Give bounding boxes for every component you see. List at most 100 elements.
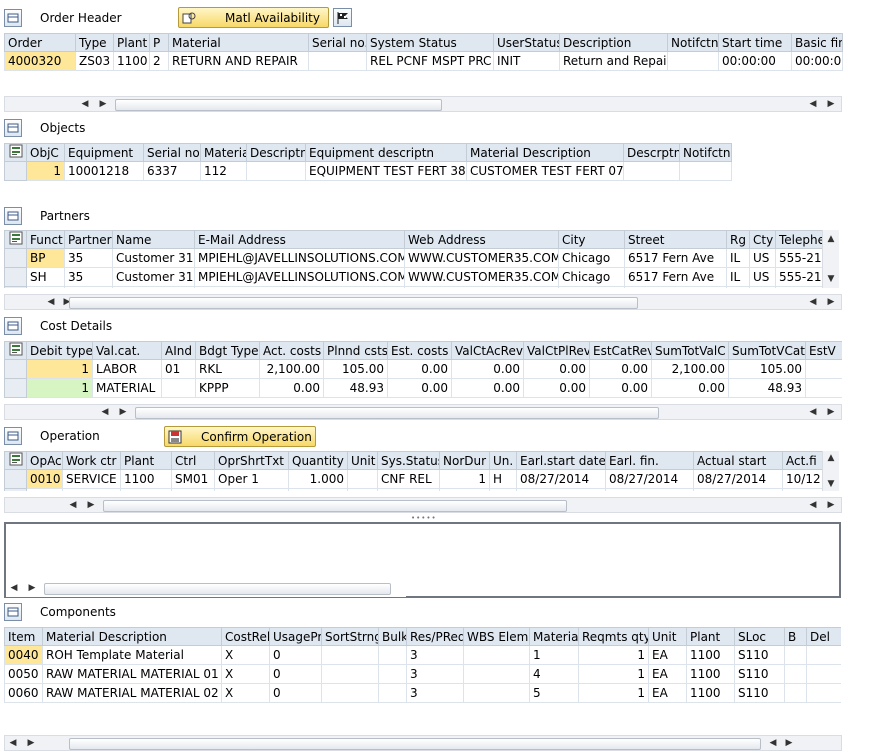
table-cell[interactable] xyxy=(321,664,379,684)
column-header[interactable]: Item xyxy=(4,627,43,646)
column-header[interactable]: P xyxy=(149,33,169,52)
table-cell[interactable]: 0010 xyxy=(26,469,63,489)
table-cell[interactable]: 01 xyxy=(161,359,196,379)
table-cell[interactable] xyxy=(246,161,306,181)
table-cell[interactable]: 0 xyxy=(269,664,322,684)
table-cell[interactable]: 0.00 xyxy=(387,378,452,398)
partners-toggle[interactable] xyxy=(4,205,22,227)
layout-button[interactable] xyxy=(4,230,27,249)
table-cell[interactable] xyxy=(806,645,841,665)
table-cell[interactable]: SH xyxy=(26,267,65,287)
table-cell[interactable] xyxy=(784,664,807,684)
table-cell[interactable]: Chicago xyxy=(558,286,625,288)
column-header[interactable]: Del xyxy=(806,627,841,646)
table-row[interactable]: 0040 ROH Template Material X 0 3 1 1 EA 1100 S110 xyxy=(4,645,841,665)
column-header[interactable]: Plnnd csts xyxy=(323,341,388,360)
table-cell[interactable]: EA xyxy=(648,645,687,665)
table-cell[interactable]: Customer 31 xyxy=(112,286,195,288)
table-row[interactable]: 0060 RAW MATERIAL MATERIAL 02 X 0 3 5 1 EA 1100 S… xyxy=(4,683,841,703)
table-cell[interactable]: Customer 31 xyxy=(112,248,195,268)
column-header[interactable]: B xyxy=(784,627,807,646)
table-cell[interactable]: X xyxy=(221,645,270,665)
table-cell[interactable]: 0040 xyxy=(4,645,43,665)
table-cell[interactable]: 1 xyxy=(578,683,649,703)
operation-hscroll[interactable]: ◀ ▶ ◀ ▶ xyxy=(4,497,842,513)
table-cell[interactable]: 0060 xyxy=(4,683,43,703)
column-header[interactable]: Plant xyxy=(113,33,150,52)
table-cell[interactable]: 0050 xyxy=(4,664,43,684)
operation-toggle[interactable] xyxy=(4,425,22,447)
order-header-hscroll[interactable]: ◀ ▶ ◀ ▶ xyxy=(4,96,842,112)
table-cell[interactable]: WWW.CUSTOMER35.COM xyxy=(404,286,559,288)
column-header[interactable]: Ctrl xyxy=(171,451,215,470)
column-header[interactable]: ValCtAcRev xyxy=(451,341,524,360)
column-header[interactable]: NorDur xyxy=(439,451,490,470)
table-cell[interactable]: SM01 xyxy=(171,488,215,491)
table-cell[interactable]: BP xyxy=(26,248,65,268)
table-cell[interactable]: RKL xyxy=(195,359,260,379)
row-selector[interactable] xyxy=(4,161,27,181)
table-cell[interactable]: 555-21 xyxy=(775,267,822,287)
table-cell[interactable]: 3 xyxy=(406,683,464,703)
column-header[interactable]: Telephe xyxy=(775,230,822,249)
table-cell[interactable]: 0 xyxy=(269,645,322,665)
table-cell[interactable]: 0.00 xyxy=(523,359,590,379)
table-cell[interactable]: 1.000 xyxy=(288,488,348,491)
column-header[interactable]: Material xyxy=(529,627,579,646)
column-header[interactable]: Quantity xyxy=(288,451,348,470)
table-cell[interactable]: 0 xyxy=(269,683,322,703)
empty-pane-hscroll[interactable]: ◀ ▶ xyxy=(6,581,406,597)
table-cell[interactable]: IL xyxy=(726,248,750,268)
table-cell[interactable]: SERVICE xyxy=(62,488,121,491)
table-cell[interactable]: Customer 31 xyxy=(112,267,195,287)
table-cell[interactable] xyxy=(463,645,530,665)
table-cell[interactable]: 1100 xyxy=(686,683,735,703)
column-header[interactable]: Notifctn xyxy=(667,33,719,52)
table-cell[interactable]: 2,100.00 xyxy=(651,359,729,379)
table-cell[interactable]: 0.00 xyxy=(589,378,652,398)
table-row[interactable]: SP35Customer 31MPIEHL@JAVELLINSOLUTIONS.… xyxy=(4,286,822,288)
column-header[interactable]: Notifctn xyxy=(679,143,732,162)
table-cell[interactable]: LABOR xyxy=(92,359,162,379)
table-cell[interactable]: 0020 xyxy=(26,488,63,491)
table-cell[interactable]: 00:00:0 xyxy=(791,51,843,71)
table-cell[interactable]: 5 xyxy=(529,683,579,703)
table-cell[interactable]: 1100 xyxy=(120,488,172,491)
table-cell[interactable]: EA xyxy=(648,683,687,703)
table-cell[interactable]: SP xyxy=(26,286,65,288)
table-cell[interactable] xyxy=(347,469,378,489)
column-header[interactable]: SortStrng xyxy=(321,627,379,646)
flag-button[interactable] xyxy=(333,8,352,27)
column-header[interactable]: Street xyxy=(624,230,727,249)
column-header[interactable]: System Status xyxy=(366,33,494,52)
table-cell[interactable]: 1.000 xyxy=(288,469,348,489)
column-header[interactable]: Work ctr xyxy=(62,451,121,470)
table-cell[interactable]: 1 xyxy=(26,161,65,181)
table-cell[interactable]: MPIEHL@JAVELLINSOLUTIONS.COM xyxy=(194,286,405,288)
table-cell[interactable]: 0.00 xyxy=(387,359,452,379)
table-cell[interactable]: 08/27/2014 xyxy=(605,488,694,491)
table-cell[interactable]: 3 xyxy=(406,664,464,684)
table-cell[interactable]: H xyxy=(489,488,517,491)
table-cell[interactable] xyxy=(623,161,680,181)
table-cell[interactable]: 6517 Fern Ave xyxy=(624,286,727,288)
table-cell[interactable] xyxy=(463,664,530,684)
table-cell[interactable]: 0.00 xyxy=(259,378,324,398)
table-cell[interactable]: S110 xyxy=(734,664,785,684)
column-header[interactable]: SumTotVCat xyxy=(728,341,806,360)
table-cell[interactable]: SERVICE xyxy=(62,469,121,489)
table-cell[interactable]: X xyxy=(221,664,270,684)
column-header[interactable]: Act.fi xyxy=(782,451,822,470)
table-cell[interactable]: 3 xyxy=(406,645,464,665)
table-cell[interactable]: 0.00 xyxy=(451,359,524,379)
table-cell[interactable]: MPIEHL@JAVELLINSOLUTIONS.COM xyxy=(194,248,405,268)
table-cell[interactable]: 555-21 xyxy=(775,248,822,268)
column-header[interactable]: Actual start xyxy=(693,451,783,470)
column-header[interactable]: SumTotValC xyxy=(651,341,729,360)
confirm-operation-button[interactable]: Confirm Operation xyxy=(164,426,316,447)
column-header[interactable]: Name xyxy=(112,230,195,249)
column-header[interactable]: Type xyxy=(75,33,114,52)
table-cell[interactable] xyxy=(321,645,379,665)
column-header[interactable]: Res/PReq xyxy=(406,627,464,646)
column-header[interactable]: UserStatus xyxy=(493,33,560,52)
